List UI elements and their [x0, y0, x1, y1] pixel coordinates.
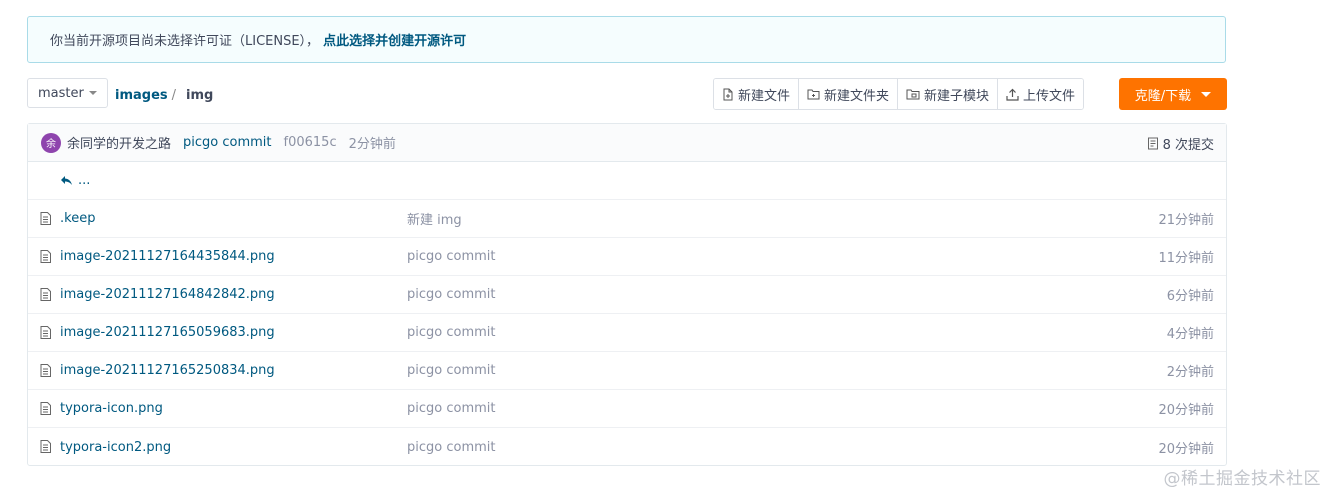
upload-file-label: 上传文件 [1023, 88, 1076, 104]
file-icon [40, 326, 51, 339]
commit-time: 2分钟前 [348, 137, 396, 152]
breadcrumb: images / img [115, 78, 213, 112]
table-row: image-20211127165059683.png picgo commit 4… [28, 314, 1226, 352]
file-commit-message[interactable]: picgo commit [407, 249, 496, 264]
file-list: 余 余同学的开发之路 picgo commit f00615c 2分钟前 8 次… [27, 123, 1227, 466]
avatar[interactable]: 余 [41, 132, 61, 153]
commit-count: 8 次提交 [1162, 137, 1214, 153]
file-commit-message[interactable]: picgo commit [407, 287, 496, 302]
upload-file-button[interactable]: 上传文件 [998, 79, 1084, 109]
file-commit-time: 20分钟前 [1158, 441, 1214, 457]
table-row: typora-icon2.png picgo commit 20分钟前 [28, 428, 1226, 466]
file-commit-time: 4分钟前 [1166, 327, 1214, 342]
breadcrumb-root-link[interactable]: images [115, 88, 168, 103]
file-commit-time: 20分钟前 [1158, 403, 1214, 418]
table-row: .keep 新建 img 21分钟前 [28, 200, 1226, 238]
table-row: image-20211127165250834.png picgo commit 2… [28, 352, 1226, 390]
new-file-button[interactable]: 新建文件 [714, 79, 800, 109]
license-notice: 你当前开源项目尚未选择许可证（LICENSE）， 点此选择并创建开源许可 [27, 16, 1226, 63]
repo-toolbar: master images / img 新建文件 新建文件夹 新建子模块 上传文… [27, 78, 1227, 110]
breadcrumb-separator: / [171, 87, 177, 103]
file-commit-message[interactable]: 新建 img [407, 209, 462, 228]
commits-icon [1147, 137, 1158, 149]
branch-label: master [38, 85, 84, 101]
clone-download-button[interactable]: 克隆/下载 [1119, 78, 1227, 110]
commit-count-link[interactable]: 8 次提交 [1147, 124, 1214, 162]
new-folder-button[interactable]: 新建文件夹 [799, 79, 899, 109]
commit-sha[interactable]: f00615c [284, 135, 337, 150]
file-commit-time: 6分钟前 [1166, 289, 1214, 304]
file-icon [40, 364, 51, 377]
submodule-icon [906, 89, 920, 100]
parent-directory-label: ... [78, 173, 91, 188]
file-icon [40, 402, 51, 415]
new-submodule-label: 新建子模块 [924, 88, 990, 104]
parent-directory-row[interactable]: ... [28, 162, 1226, 200]
create-license-link[interactable]: 点此选择并创建开源许可 [323, 30, 466, 49]
upload-icon [1006, 88, 1019, 101]
commit-author[interactable]: 余同学的开发之路 [67, 133, 171, 152]
file-name-link[interactable]: image-20211127165250834.png [60, 363, 275, 378]
file-name-link[interactable]: image-20211127164435844.png [60, 249, 275, 264]
new-file-icon [723, 88, 733, 100]
file-actions-group: 新建文件 新建文件夹 新建子模块 上传文件 [713, 78, 1085, 110]
back-arrow-icon [61, 176, 72, 185]
table-row: image-20211127164435844.png picgo commit 1… [28, 238, 1226, 276]
new-folder-label: 新建文件夹 [824, 88, 890, 104]
file-commit-message[interactable]: picgo commit [407, 440, 496, 455]
new-file-label: 新建文件 [738, 88, 791, 104]
branch-select[interactable]: master [27, 78, 108, 108]
file-commit-time: 21分钟前 [1158, 213, 1214, 228]
new-submodule-button[interactable]: 新建子模块 [898, 79, 999, 109]
chevron-down-icon [1201, 91, 1212, 97]
file-icon [40, 212, 51, 225]
file-commit-message[interactable]: picgo commit [407, 363, 496, 378]
new-folder-icon [807, 89, 820, 100]
file-name-link[interactable]: typora-icon2.png [60, 440, 171, 455]
file-name-link[interactable]: image-20211127165059683.png [60, 325, 275, 340]
chevron-down-icon [88, 91, 97, 95]
file-icon [40, 288, 51, 301]
commit-message[interactable]: picgo commit [183, 135, 272, 150]
file-name-link[interactable]: image-20211127164842842.png [60, 287, 275, 302]
file-name-link[interactable]: .keep [60, 211, 95, 226]
license-notice-text: 你当前开源项目尚未选择许可证（LICENSE）， [50, 34, 320, 49]
watermark: @稀土掘金技术社区 [1163, 469, 1321, 489]
table-row: typora-icon.png picgo commit 20分钟前 [28, 390, 1226, 428]
file-icon [40, 250, 51, 263]
file-commit-time: 11分钟前 [1158, 251, 1214, 266]
file-name-link[interactable]: typora-icon.png [60, 401, 163, 416]
file-commit-message[interactable]: picgo commit [407, 401, 496, 416]
latest-commit-bar: 余 余同学的开发之路 picgo commit f00615c 2分钟前 8 次… [28, 124, 1226, 162]
clone-download-label: 克隆/下载 [1134, 88, 1192, 104]
table-row: image-20211127164842842.png picgo commit 6… [28, 276, 1226, 314]
file-commit-time: 2分钟前 [1166, 365, 1214, 380]
file-icon [40, 440, 51, 453]
breadcrumb-current: img [186, 87, 214, 103]
file-commit-message[interactable]: picgo commit [407, 325, 496, 340]
